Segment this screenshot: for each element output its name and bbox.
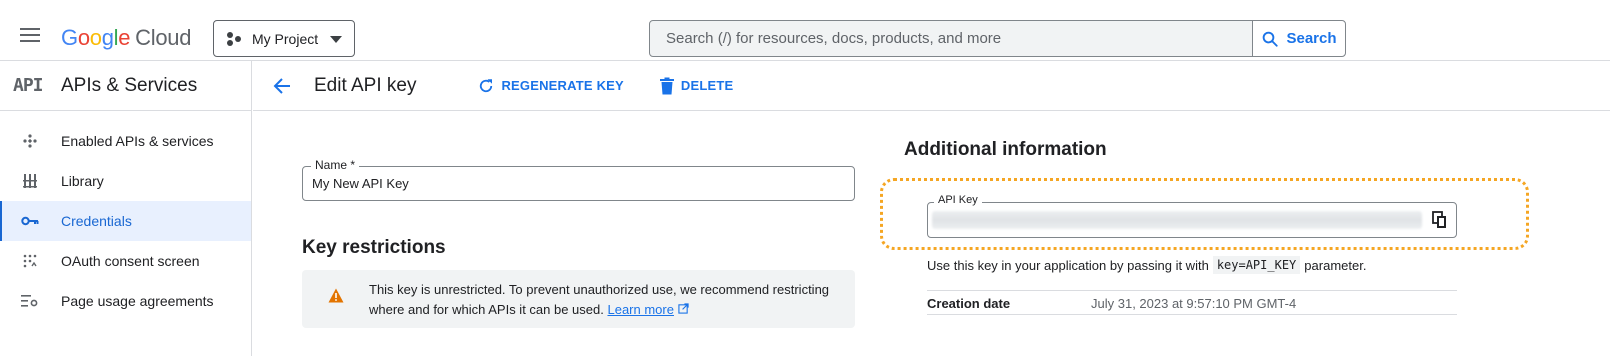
settings-list-icon — [20, 291, 40, 311]
creation-date-label: Creation date — [927, 296, 1011, 311]
sidebar-item-label: Page usage agreements — [61, 293, 214, 309]
project-icon — [226, 31, 242, 47]
api-diamond-icon — [20, 131, 40, 151]
logo-letter: o — [89, 25, 102, 50]
help-suffix: parameter. — [1304, 257, 1367, 273]
search-icon — [1263, 31, 1279, 47]
sidebar-title: APIs & Services — [61, 74, 198, 96]
sidebar-item-label: Credentials — [61, 213, 132, 229]
external-link-icon — [677, 303, 689, 314]
library-icon — [20, 171, 40, 191]
project-label: My Project — [252, 30, 319, 47]
api-logo: API — [13, 75, 44, 96]
logo-cloud-text: Cloud — [135, 25, 192, 50]
sidebar-item-label: Enabled APIs & services — [61, 133, 214, 149]
warning-text-block: This key is unrestricted. To prevent una… — [369, 280, 839, 320]
name-field-label: Name * — [311, 158, 360, 172]
copy-icon[interactable] — [1432, 211, 1448, 229]
google-cloud-logo[interactable]: Google Cloud — [61, 25, 191, 51]
learn-more-label: Learn more — [607, 302, 674, 317]
logo-letter: G — [61, 25, 78, 50]
regenerate-key-label: REGENERATE KEY — [501, 78, 624, 93]
sidebar-header: API APIs & Services — [0, 61, 251, 111]
name-field[interactable]: Name * My New API Key — [302, 158, 855, 201]
page-title: Edit API key — [314, 74, 417, 96]
warning-text: This key is unrestricted. To prevent una… — [369, 282, 830, 317]
api-key-help: Use this key in your application by pass… — [927, 256, 1366, 274]
sidebar-item-oauth-consent[interactable]: OAuth consent screen — [0, 241, 251, 281]
caret-down-icon — [330, 36, 342, 43]
additional-info-heading: Additional information — [904, 139, 1107, 160]
search-input[interactable] — [650, 21, 1252, 56]
search-button[interactable]: Search — [1252, 21, 1345, 56]
delete-button[interactable]: DELETE — [659, 77, 733, 95]
sidebar-item-label: OAuth consent screen — [61, 253, 200, 269]
api-key-value-redacted — [932, 211, 1422, 229]
top-bar: Google Cloud My Project Search — [0, 0, 1610, 61]
key-icon — [20, 211, 40, 231]
sidebar-item-enabled-apis[interactable]: Enabled APIs & services — [0, 121, 251, 161]
logo-letter: o — [77, 25, 90, 50]
name-field-value: My New API Key — [312, 176, 409, 191]
logo-letter: g — [101, 25, 114, 50]
sidebar-item-page-usage[interactable]: Page usage agreements — [0, 281, 251, 321]
warning-icon — [328, 288, 344, 303]
refresh-icon — [480, 78, 493, 92]
regenerate-key-button[interactable]: REGENERATE KEY — [477, 77, 624, 95]
sidebar-item-credentials[interactable]: Credentials — [0, 201, 251, 241]
sidebar-item-label: Library — [61, 173, 104, 189]
help-code: key=API_KEY — [1212, 256, 1301, 274]
learn-more-link[interactable]: Learn more — [607, 302, 673, 317]
key-restrictions-heading: Key restrictions — [302, 237, 446, 258]
creation-date-row: Creation date July 31, 2023 at 9:57:10 P… — [927, 290, 1457, 315]
sidebar-item-library[interactable]: Library — [0, 161, 251, 201]
api-key-label: API Key — [934, 194, 982, 206]
help-prefix: Use this key in your application by pass… — [927, 257, 1209, 273]
consent-icon — [20, 251, 40, 271]
sidebar-nav: Enabled APIs & services Library Credenti… — [0, 111, 251, 321]
menu-icon[interactable] — [20, 28, 40, 42]
creation-date-value: July 31, 2023 at 9:57:10 PM GMT-4 — [1091, 296, 1297, 311]
search-bar: Search — [649, 20, 1346, 57]
unrestricted-warning: This key is unrestricted. To prevent una… — [302, 270, 855, 328]
api-key-field[interactable]: API Key — [927, 194, 1457, 238]
search-button-label: Search — [1286, 30, 1337, 47]
back-arrow-icon[interactable] — [270, 74, 294, 98]
delete-label: DELETE — [680, 78, 734, 93]
page-header: Edit API key REGENERATE KEY DELETE — [253, 61, 1610, 111]
sidebar: API APIs & Services Enabled APIs & servi… — [0, 61, 252, 356]
logo-letter: e — [118, 25, 131, 50]
project-picker-button[interactable]: My Project — [213, 20, 355, 57]
trash-icon — [659, 77, 674, 94]
